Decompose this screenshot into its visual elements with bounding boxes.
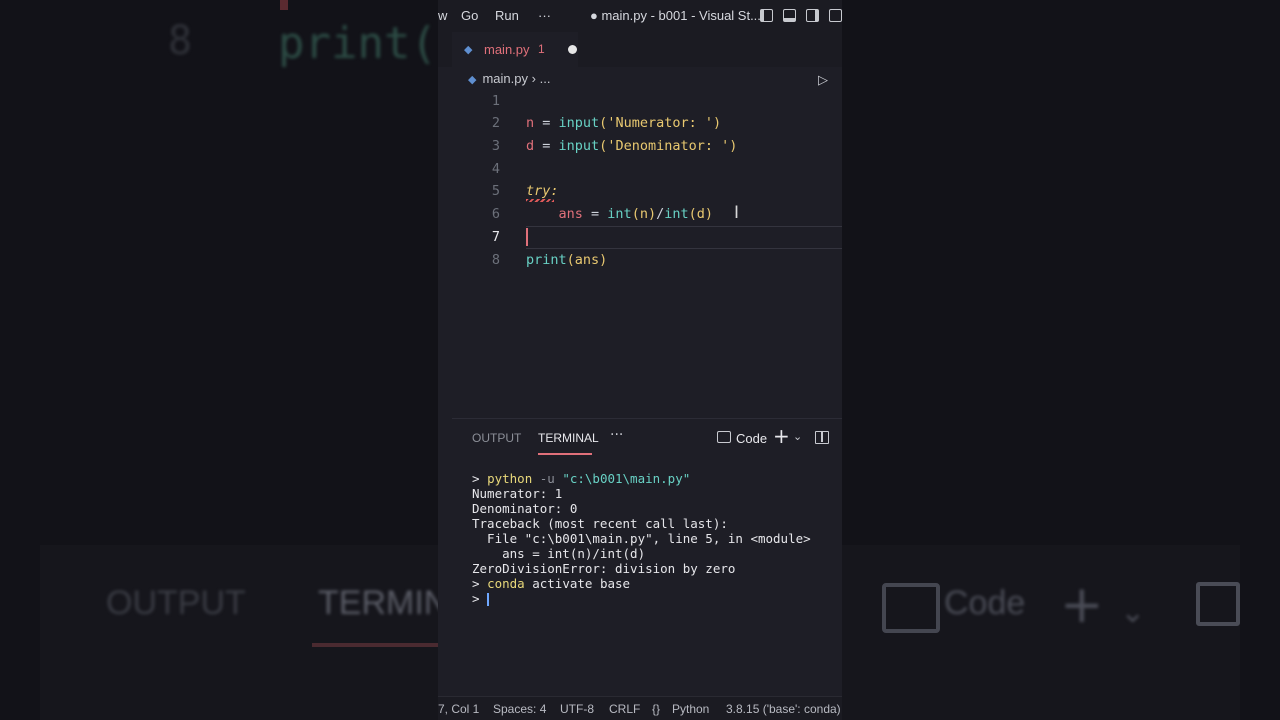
background-line-number: 8 xyxy=(168,18,193,64)
background-accent-bar xyxy=(280,0,288,10)
bottom-panel: OUTPUT TERMINAL ··· Code + ⌄ > python -u… xyxy=(452,418,842,697)
indentation[interactable]: Spaces: 4 xyxy=(493,702,546,716)
python-file-icon: ◆ xyxy=(464,43,473,56)
terminal-line: > conda activate base xyxy=(472,576,631,591)
code-line: 2 n = input('Numerator: ') xyxy=(438,112,842,134)
background-tab-underline xyxy=(312,643,438,647)
code-line: 6 ans = int(n)/int(d) I xyxy=(438,203,842,225)
status-bar: 7, Col 1 Spaces: 4 UTF-8 CRLF {} Python … xyxy=(438,696,842,720)
code-line: 1 xyxy=(438,90,842,112)
line-number: 6 xyxy=(491,206,500,222)
code-editor[interactable]: 1 2 n = input('Numerator: ') 3 d = input… xyxy=(438,90,842,418)
line-number: 2 xyxy=(491,115,500,131)
unsaved-dot-icon[interactable] xyxy=(568,45,577,54)
text-cursor xyxy=(526,228,528,246)
python-interpreter[interactable]: 3.8.15 ('base': conda) xyxy=(726,702,841,716)
terminal-line: Denominator: 0 xyxy=(472,501,578,516)
end-of-line[interactable]: CRLF xyxy=(609,702,640,716)
background-terminal-tab: TERMIN xyxy=(318,584,449,622)
code-line-active: 7 xyxy=(438,226,842,249)
terminal-output[interactable]: > python -u "c:\b001\main.py" Numerator:… xyxy=(472,471,811,606)
background-split-icon xyxy=(1196,582,1240,626)
menu-go[interactable]: Go xyxy=(461,8,478,23)
panel-tabs: OUTPUT TERMINAL ··· Code + ⌄ xyxy=(452,419,842,457)
breadcrumb-separator-icon: › xyxy=(531,71,536,86)
tab-main-py[interactable]: ◆ main.py 1 xyxy=(452,32,578,67)
language-braces-icon: {} xyxy=(652,702,661,716)
code-text: ans = int(n)/int(d) xyxy=(558,206,713,222)
panel-more-icon[interactable]: ··· xyxy=(610,427,623,443)
menu-more[interactable]: ··· xyxy=(538,8,551,23)
vscode-window: w Go Run ··· ● main.py - b001 - Visual S… xyxy=(438,0,842,720)
breadcrumb-file[interactable]: main.py xyxy=(482,71,528,86)
toggle-sidebar-icon[interactable] xyxy=(760,9,773,22)
customize-layout-icon[interactable] xyxy=(829,9,842,22)
terminal-name[interactable]: Code xyxy=(736,431,767,446)
terminal-line: ZeroDivisionError: division by zero xyxy=(472,561,736,576)
code-text: print(ans) xyxy=(526,252,608,268)
line-number: 5 xyxy=(491,183,500,199)
error-squiggle[interactable] xyxy=(526,199,554,202)
code-line: 5 try: xyxy=(438,180,842,202)
run-file-icon[interactable]: ▷ xyxy=(818,73,828,88)
tab-output[interactable]: OUTPUT xyxy=(472,431,521,445)
code-line: 3 d = input('Denominator: ') xyxy=(438,135,842,157)
background-output-tab: OUTPUT xyxy=(106,584,246,622)
breadcrumb-symbols[interactable]: ... xyxy=(540,71,551,86)
terminal-line: File "c:\b001\main.py", line 5, in <modu… xyxy=(472,531,811,546)
terminal-line: > python -u "c:\b001\main.py" xyxy=(472,471,691,486)
editor-tab-bar: ◆ main.py 1 ▷ xyxy=(438,32,842,88)
line-number: 4 xyxy=(491,161,500,177)
tab-problem-count: 1 xyxy=(538,42,545,56)
menu-view-partial[interactable]: w xyxy=(438,8,447,23)
code-line: 8 print(ans) xyxy=(438,249,842,271)
current-line-highlight xyxy=(526,226,842,249)
line-number: 7 xyxy=(491,229,500,245)
background-plus-icon: + ⌄ xyxy=(1060,575,1146,635)
breadcrumb: ◆ main.py › ... xyxy=(468,71,550,86)
line-number: 8 xyxy=(491,252,500,268)
split-terminal-icon[interactable] xyxy=(815,431,829,444)
code-text: n = input('Numerator: ') xyxy=(526,115,722,131)
code-line: 4 xyxy=(438,158,842,180)
tab-terminal[interactable]: TERMINAL xyxy=(538,431,599,445)
terminal-shell-icon xyxy=(717,431,731,443)
mouse-ibeam-cursor: I xyxy=(734,203,740,223)
terminal-line: ans = int(n)/int(d) xyxy=(472,546,646,561)
code-text: d = input('Denominator: ') xyxy=(526,138,738,154)
python-file-icon: ◆ xyxy=(468,74,477,86)
line-number: 3 xyxy=(491,138,500,154)
terminal-line: Traceback (most recent call last): xyxy=(472,516,728,531)
background-terminal-icon xyxy=(882,583,940,633)
active-tab-underline xyxy=(538,453,592,455)
language-mode[interactable]: Python xyxy=(672,702,709,716)
window-title: ● main.py - b001 - Visual St... xyxy=(590,8,761,23)
terminal-cursor xyxy=(487,593,489,606)
cursor-position[interactable]: 7, Col 1 xyxy=(438,702,479,716)
terminal-line: Numerator: 1 xyxy=(472,486,563,501)
line-number: 1 xyxy=(491,93,500,109)
title-bar: w Go Run ··· ● main.py - b001 - Visual S… xyxy=(438,0,842,32)
terminal-prompt-line[interactable]: > xyxy=(472,591,811,606)
background-code-label: Code xyxy=(944,584,1026,622)
chevron-down-icon[interactable]: ⌄ xyxy=(793,430,802,443)
code-text: try: xyxy=(526,183,559,199)
background-code: print( xyxy=(278,18,437,69)
encoding[interactable]: UTF-8 xyxy=(560,702,594,716)
menu-run[interactable]: Run xyxy=(495,8,519,23)
toggle-panel-icon[interactable] xyxy=(783,9,796,22)
tab-filename: main.py xyxy=(484,42,530,57)
toggle-secondary-sidebar-icon[interactable] xyxy=(806,9,819,22)
new-terminal-plus-icon[interactable]: + xyxy=(773,424,790,448)
